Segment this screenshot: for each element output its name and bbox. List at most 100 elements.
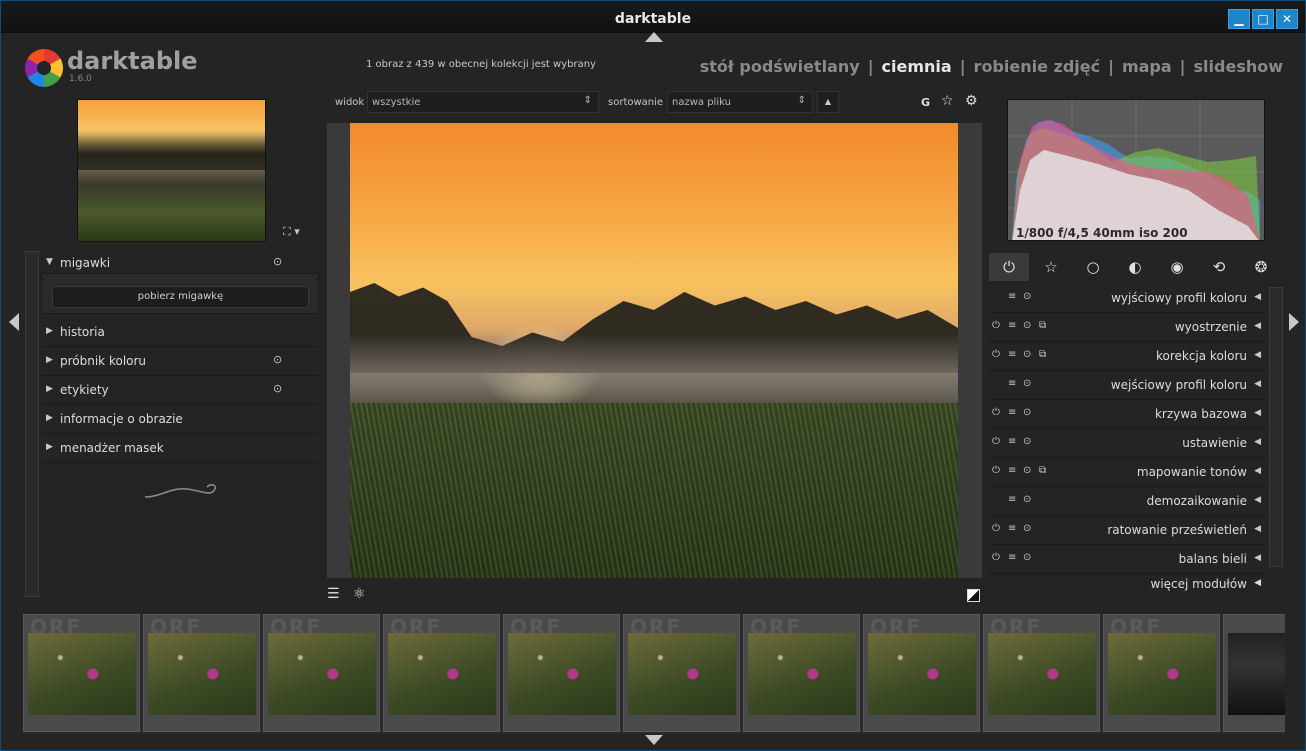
view-tab[interactable]: mapa	[1122, 57, 1172, 76]
quick-access-menu-icon[interactable]: ☰	[327, 586, 340, 602]
multi-instance-icon[interactable]: ⧉	[1039, 465, 1046, 476]
collapse-left-arrow-icon[interactable]	[9, 313, 19, 331]
power-icon[interactable]: ⏻	[992, 407, 1000, 418]
thumbnail-image	[508, 633, 616, 715]
sort-select[interactable]: nazwa pliku ⇕	[667, 91, 813, 113]
active-modules-icon[interactable]: ⏻	[989, 253, 1029, 281]
close-button[interactable]: ✕	[1276, 9, 1298, 29]
reset-icon[interactable]: ⊙	[273, 382, 282, 395]
navigation-thumbnail[interactable]	[77, 99, 266, 242]
styles-icon[interactable]: ⚛	[353, 586, 366, 602]
gear-icon[interactable]: ⚙	[965, 93, 978, 109]
multi-instance-icon[interactable]: ⧉	[1039, 320, 1046, 331]
left-module-header[interactable]: ▶ próbnik koloru ⊙	[41, 347, 319, 376]
left-module-header[interactable]: ▶ etykiety ⊙	[41, 376, 319, 405]
maximize-button[interactable]: □	[1252, 9, 1274, 29]
collapse-right-arrow-icon[interactable]	[1289, 313, 1299, 331]
correction-group-icon[interactable]: ⟲	[1199, 253, 1239, 281]
reset-icon[interactable]: ⊙	[1023, 407, 1031, 418]
filmstrip-thumbnail[interactable]: ORF	[983, 614, 1100, 732]
left-panel-scrollbar[interactable]	[25, 251, 39, 597]
filmstrip-thumbnail[interactable]: ORF	[863, 614, 980, 732]
power-icon[interactable]: ⏻	[992, 320, 1000, 331]
softproof-toggle-icon[interactable]	[967, 589, 980, 602]
more-modules[interactable]: więcej modułów ◀	[989, 572, 1265, 596]
power-icon[interactable]: ⏻	[992, 552, 1000, 563]
filmstrip-thumbnail[interactable]: ORF	[143, 614, 260, 732]
power-icon[interactable]: ⏻	[992, 349, 1000, 360]
filmstrip-thumbnail[interactable]: ORF	[503, 614, 620, 732]
presets-icon[interactable]: ≡	[1008, 378, 1016, 389]
presets-icon[interactable]: ≡	[1008, 523, 1016, 534]
edited-photo[interactable]	[350, 123, 958, 578]
tone-group-icon[interactable]: ◐	[1115, 253, 1155, 281]
right-module-header[interactable]: ⏻ ≡ ⊙ ratowanie prześwietleń ◀	[989, 516, 1265, 545]
reset-icon[interactable]: ⊙	[1023, 494, 1031, 505]
view-tab[interactable]: robienie zdjęć	[974, 57, 1101, 76]
star-icon[interactable]: ☆	[941, 93, 954, 109]
histogram[interactable]: 1/800 f/4,5 40mm iso 200	[1007, 99, 1265, 241]
presets-icon[interactable]: ≡	[1008, 552, 1016, 563]
power-icon[interactable]: ⏻	[992, 465, 1000, 476]
view-tab[interactable]: stół podświetlany	[700, 57, 860, 76]
view-tab[interactable]: slideshow	[1194, 57, 1283, 76]
power-icon[interactable]: ⏻	[992, 436, 1000, 447]
reset-icon[interactable]: ⊙	[1023, 465, 1031, 476]
presets-icon[interactable]: ≡	[1008, 291, 1016, 302]
reset-icon[interactable]: ⊙	[1023, 349, 1031, 360]
presets-icon[interactable]: ≡	[1008, 494, 1016, 505]
reset-icon[interactable]: ⊙	[1023, 552, 1031, 563]
reset-icon[interactable]: ⊙	[1023, 523, 1031, 534]
right-module-label: balans bieli	[1178, 552, 1247, 566]
collapse-top-arrow-icon[interactable]	[645, 32, 663, 42]
reset-icon[interactable]: ⊙	[273, 353, 282, 366]
filmstrip-thumbnail[interactable]: ORF	[263, 614, 380, 732]
filmstrip-thumbnail[interactable]: ORF	[623, 614, 740, 732]
right-panel-scrollbar[interactable]	[1269, 287, 1283, 567]
right-module-header[interactable]: ⏻ ≡ ⊙ krzywa bazowa ◀	[989, 400, 1265, 429]
color-group-icon[interactable]: ◉	[1157, 253, 1197, 281]
right-module-header[interactable]: ≡ ⊙ demozaikowanie ◀	[989, 487, 1265, 516]
take-snapshot-button[interactable]: pobierz migawkę	[52, 286, 309, 308]
left-module-header[interactable]: ▶ informacje o obrazie	[41, 405, 319, 434]
filmstrip-thumbnail[interactable]: ORF	[1103, 614, 1220, 732]
presets-icon[interactable]: ≡	[1008, 436, 1016, 447]
filmstrip-thumbnail[interactable]: ORF	[743, 614, 860, 732]
power-icon[interactable]: ⏻	[992, 523, 1000, 534]
grouping-button[interactable]: G	[921, 96, 930, 109]
right-module-header[interactable]: ⏻ ≡ ⊙ ustawienie ◀	[989, 429, 1265, 458]
presets-icon[interactable]: ≡	[1008, 349, 1016, 360]
presets-icon[interactable]: ≡	[1008, 465, 1016, 476]
presets-icon[interactable]: ≡	[1008, 407, 1016, 418]
right-module-header[interactable]: ⏻ ≡ ⊙ ⧉ mapowanie tonów ◀	[989, 458, 1265, 487]
sort-direction-button[interactable]: ▲	[817, 91, 839, 113]
filmstrip-thumbnail[interactable]: ORF	[23, 614, 140, 732]
right-module-header[interactable]: ⏻ ≡ ⊙ ⧉ wyostrzenie ◀	[989, 313, 1265, 342]
right-module-header[interactable]: ≡ ⊙ wejściowy profil koloru ◀	[989, 371, 1265, 400]
right-module-label: ratowanie prześwietleń	[1107, 523, 1247, 537]
reset-icon[interactable]: ⊙	[1023, 291, 1031, 302]
right-module-header[interactable]: ⏻ ≡ ⊙ ⧉ korekcja koloru ◀	[989, 342, 1265, 371]
effects-group-icon[interactable]: ❂	[1241, 253, 1281, 281]
multi-instance-icon[interactable]: ⧉	[1039, 349, 1046, 360]
reset-icon[interactable]: ⊙	[1023, 378, 1031, 389]
reset-icon[interactable]: ⊙	[273, 255, 282, 268]
left-module-header[interactable]: ▶ menadżer masek	[41, 434, 319, 463]
filmstrip-thumbnail[interactable]	[1223, 614, 1285, 732]
collapse-bottom-arrow-icon[interactable]	[645, 735, 663, 745]
filmstrip[interactable]: ORF ORF ORF ORF ORF ORF ORF ORF ORF ORF	[23, 614, 1285, 734]
reset-icon[interactable]: ⊙	[1023, 436, 1031, 447]
view-tab[interactable]: ciemnia	[882, 57, 952, 76]
view-filter-select[interactable]: wszystkie ⇕	[367, 91, 599, 113]
presets-icon[interactable]: ≡	[1008, 320, 1016, 331]
right-module-header[interactable]: ⏻ ≡ ⊙ balans bieli ◀	[989, 545, 1265, 574]
left-module-header[interactable]: ▶ historia	[41, 318, 319, 347]
zoom-fit-control[interactable]: ⛶ ▾	[283, 225, 300, 239]
basic-group-icon[interactable]: ○	[1073, 253, 1113, 281]
center-canvas[interactable]	[327, 123, 982, 578]
minimize-button[interactable]: ▁	[1228, 9, 1250, 29]
right-module-header[interactable]: ≡ ⊙ wyjściowy profil koloru ◀	[989, 284, 1265, 313]
filmstrip-thumbnail[interactable]: ORF	[383, 614, 500, 732]
favorites-icon[interactable]: ☆	[1031, 253, 1071, 281]
reset-icon[interactable]: ⊙	[1023, 320, 1031, 331]
